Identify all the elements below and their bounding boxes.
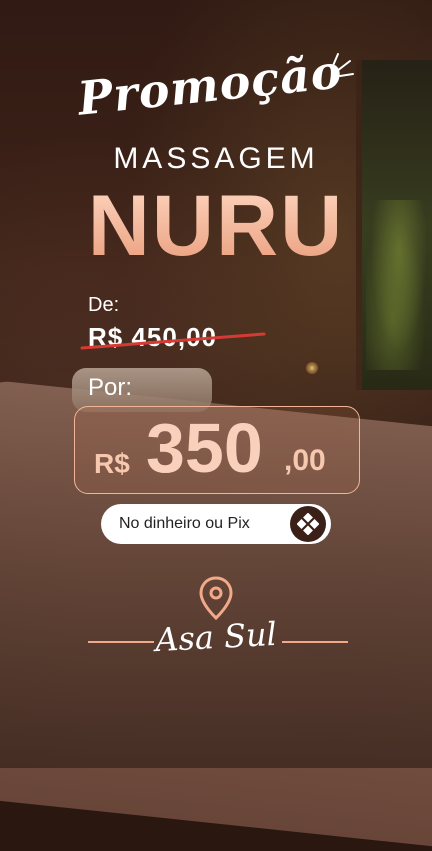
service-title: NURU xyxy=(0,176,432,276)
promo-script-title: Promoção xyxy=(75,44,345,126)
new-price-cents: ,00 xyxy=(284,444,326,477)
divider-right xyxy=(282,641,348,643)
pix-diamonds-icon xyxy=(297,513,319,535)
old-price-label: De: xyxy=(88,294,120,316)
map-pin-icon xyxy=(199,576,233,620)
sparkle-icon xyxy=(331,53,354,77)
price-currency: R$ xyxy=(94,448,130,479)
service-subtitle: MASSAGEM xyxy=(113,142,319,175)
payment-label: No dinheiro ou Pix xyxy=(119,515,250,532)
new-price: 350 xyxy=(146,409,263,487)
pix-icon xyxy=(290,506,326,542)
strikethrough-line xyxy=(80,332,266,350)
promo-content: Promoção MASSAGEM NURU De: R$ 450,00 Por… xyxy=(0,0,432,768)
location-name: Asa Sul xyxy=(154,614,278,660)
new-price-label: Por: xyxy=(88,374,133,401)
